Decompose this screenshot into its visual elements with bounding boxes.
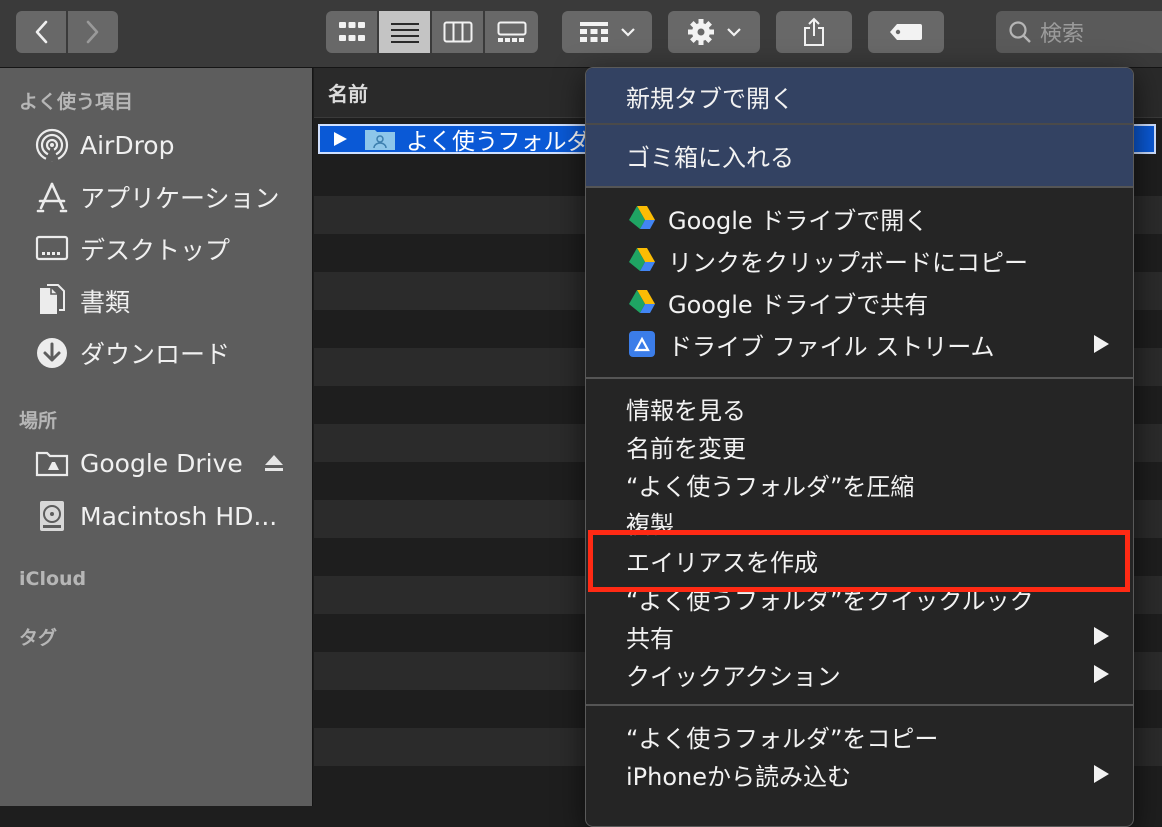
list-view-button[interactable] <box>379 11 432 53</box>
sidebar-item-label: アプリケーション <box>80 184 280 213</box>
favorites-header: よく使う項目 <box>19 91 134 113</box>
sidebar-item-documents[interactable]: 書類 <box>34 281 130 321</box>
sidebar: よく使う項目 AirDrop アプリケーション デスクトップ 書類 ダウンロード… <box>0 68 313 806</box>
eject-icon[interactable] <box>264 454 284 472</box>
desktop-icon <box>34 231 70 267</box>
highlight-annotation-box <box>588 530 1130 592</box>
gear-icon <box>688 19 714 45</box>
submenu-arrow-icon <box>1094 335 1109 353</box>
icloud-header: iCloud <box>19 568 87 590</box>
search-icon <box>1009 21 1031 43</box>
sidebar-item-desktop[interactable]: デスクトップ <box>34 229 230 269</box>
menu-item-label: Google ドライブで共有 <box>668 290 929 319</box>
documents-icon <box>34 283 70 319</box>
chevron-down-icon <box>621 28 635 37</box>
menu-item-label: リンクをクリップボードにコピー <box>668 248 1028 277</box>
menu-separator <box>586 704 1133 706</box>
forward-button[interactable] <box>68 11 118 53</box>
submenu-arrow-icon <box>1094 765 1109 783</box>
chevron-down-icon <box>727 28 741 37</box>
list-view-icon <box>390 23 419 43</box>
sidebar-item-downloads[interactable]: ダウンロード <box>34 333 230 373</box>
sidebar-item-label: Macintosh HD... <box>80 501 278 531</box>
google-drive-icon <box>629 248 655 271</box>
back-icon <box>35 20 48 44</box>
sidebar-item-macintosh-hd[interactable]: Macintosh HD... <box>34 496 277 536</box>
group-icon <box>580 22 608 42</box>
user-folder-icon <box>365 130 395 150</box>
context-menu: 新規タブで開く ゴミ箱に入れる Google ドライブで開く リンクをクリップボ… <box>585 67 1134 827</box>
icon-view-icon <box>338 22 365 41</box>
drive-file-stream-icon <box>629 331 655 357</box>
google-drive-icon <box>629 290 655 313</box>
tag-button[interactable] <box>868 11 944 53</box>
gallery-view-icon <box>497 21 526 42</box>
sidebar-item-label: AirDrop <box>80 130 175 160</box>
tag-icon <box>890 24 922 40</box>
sidebar-item-label: デスクトップ <box>80 236 231 265</box>
menu-item-label: Google ドライブで開く <box>668 206 929 235</box>
menu-item-share-in-google-drive[interactable]: Google ドライブで共有 <box>628 284 928 320</box>
sidebar-item-label: 書類 <box>80 288 131 317</box>
google-drive-icon <box>629 206 655 229</box>
disclosure-triangle-icon[interactable] <box>330 131 350 147</box>
menu-separator <box>586 123 1133 125</box>
group-button[interactable] <box>562 11 652 53</box>
gallery-view-button[interactable] <box>485 11 538 53</box>
sidebar-item-google-drive[interactable]: Google Drive <box>34 443 243 483</box>
column-view-icon <box>443 21 472 43</box>
view-mode-selector <box>326 11 538 53</box>
submenu-arrow-icon <box>1094 665 1109 683</box>
menu-item-move-to-trash[interactable]: ゴミ箱に入れる <box>626 137 794 173</box>
menu-item-quick-actions[interactable]: クイックアクション <box>626 656 841 692</box>
menu-item-copy-link[interactable]: リンクをクリップボードにコピー <box>628 242 1028 278</box>
forward-icon <box>86 20 99 44</box>
share-button[interactable] <box>776 11 852 53</box>
search-placeholder: 検索 <box>1040 22 1085 47</box>
menu-separator <box>586 377 1133 379</box>
column-view-button[interactable] <box>432 11 485 53</box>
column-header-label: 名前 <box>328 82 368 106</box>
toolbar: 検索 <box>0 0 1162 68</box>
menu-item-compress[interactable]: “よく使うフォルダ”を圧縮 <box>626 466 914 502</box>
menu-separator <box>586 186 1133 188</box>
hard-drive-icon <box>34 498 70 534</box>
menu-item-import-from-iphone[interactable]: iPhoneから読み込む <box>626 756 851 792</box>
icon-view-button[interactable] <box>326 11 379 53</box>
locations-header: 場所 <box>19 410 58 432</box>
sidebar-item-applications[interactable]: アプリケーション <box>34 177 280 217</box>
action-button[interactable] <box>668 11 760 53</box>
menu-item-open-in-google-drive[interactable]: Google ドライブで開く <box>628 200 928 236</box>
tags-header: タグ <box>19 627 58 649</box>
sidebar-item-label: Google Drive <box>80 448 243 478</box>
downloads-icon <box>34 335 70 371</box>
menu-item-drive-file-stream[interactable]: ドライブ ファイル ストリーム <box>628 326 995 362</box>
file-name: よく使うフォルダ <box>406 129 590 155</box>
menu-item-get-info[interactable]: 情報を見る <box>626 390 746 426</box>
submenu-arrow-icon <box>1094 627 1109 645</box>
menu-item-open-in-new-tab[interactable]: 新規タブで開く <box>626 78 794 114</box>
applications-icon <box>34 179 70 215</box>
sidebar-item-label: ダウンロード <box>80 340 231 369</box>
airdrop-icon <box>34 127 70 163</box>
menu-item-share[interactable]: 共有 <box>626 618 674 654</box>
google-drive-folder-icon <box>34 445 70 481</box>
back-button[interactable] <box>16 11 66 53</box>
menu-item-rename[interactable]: 名前を変更 <box>626 428 746 464</box>
menu-item-label: ドライブ ファイル ストリーム <box>668 332 995 361</box>
menu-item-copy[interactable]: “よく使うフォルダ”をコピー <box>626 718 938 754</box>
search-field[interactable]: 検索 <box>996 11 1162 53</box>
share-icon <box>804 17 824 46</box>
sidebar-item-airdrop[interactable]: AirDrop <box>34 125 174 165</box>
